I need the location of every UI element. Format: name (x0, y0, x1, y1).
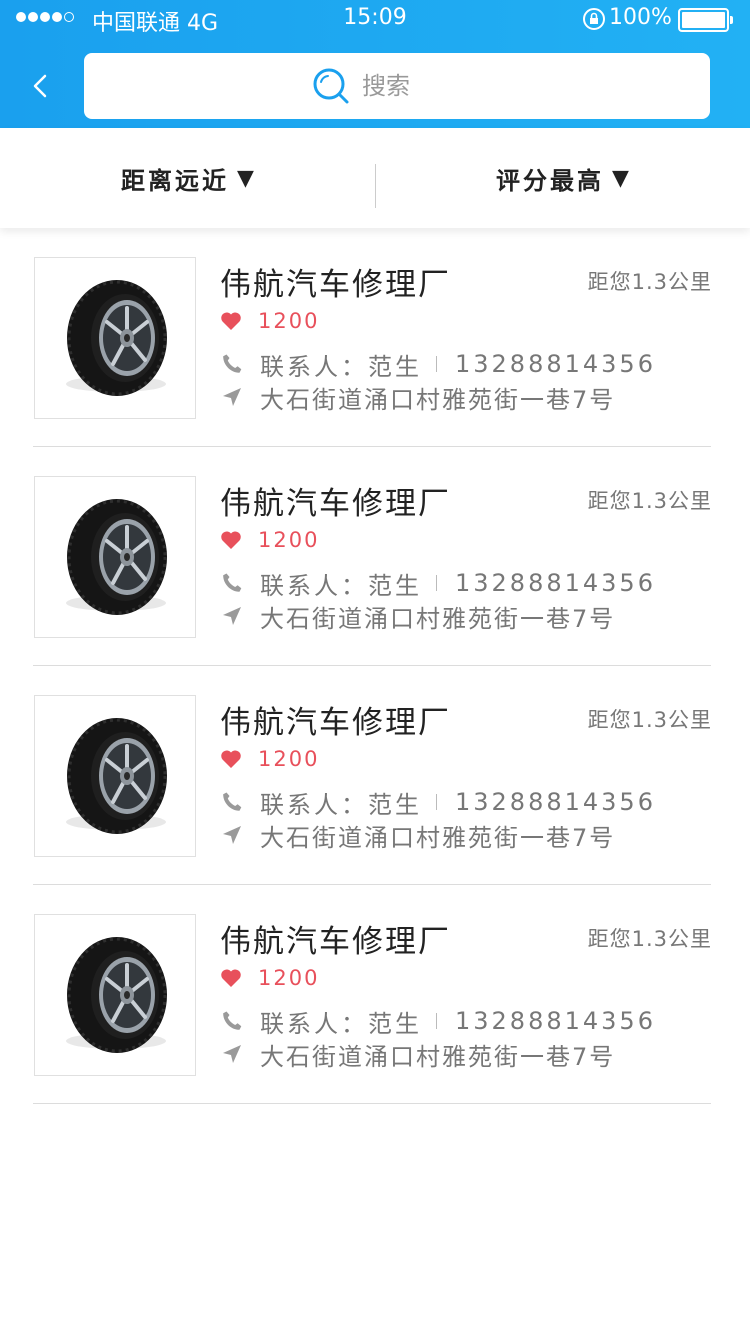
phone-number[interactable]: 13288814356 (455, 569, 656, 597)
tire-icon (66, 937, 167, 1053)
shop-address: 大石街道涌口村雅苑街一巷7号 (260, 1042, 616, 1071)
contact-row: 联系人： 范生 13288814356 (220, 349, 656, 381)
contact-row: 联系人： 范生 13288814356 (220, 1006, 656, 1038)
shop-rating: 1200 (220, 746, 319, 772)
location-arrow-icon[interactable] (220, 823, 244, 847)
phone-number[interactable]: 13288814356 (455, 350, 656, 378)
rating-value: 1200 (258, 309, 320, 333)
filter-distance[interactable]: 距离远近 ▼ (0, 128, 375, 228)
tire-image[interactable] (34, 914, 196, 1076)
shop-rating: 1200 (220, 308, 319, 334)
shop-address: 大石街道涌口村雅苑街一巷7号 (260, 823, 616, 852)
tire-image[interactable] (34, 257, 196, 419)
rotation-lock-icon (583, 8, 605, 30)
rating-value: 1200 (258, 747, 320, 771)
battery-icon (678, 8, 734, 32)
shop-distance: 距您1.3公里 (587, 489, 712, 513)
search-bar[interactable] (84, 53, 710, 119)
heart-icon (221, 312, 241, 330)
contact-separator (436, 794, 437, 810)
phone-icon[interactable] (220, 352, 244, 376)
tire-icon (66, 280, 167, 396)
heart-icon (221, 750, 241, 768)
shop-name: 伟航汽车修理厂 (220, 486, 451, 522)
tire-icon (66, 499, 167, 615)
rating-value: 1200 (258, 966, 320, 990)
contact-label: 联系人： (260, 790, 368, 819)
dropdown-arrow-icon: ▼ (612, 165, 629, 191)
dropdown-arrow-icon: ▼ (237, 165, 254, 191)
search-icon (313, 68, 349, 104)
rating-value: 1200 (258, 528, 320, 552)
back-button[interactable] (26, 70, 56, 102)
tire-image[interactable] (34, 476, 196, 638)
contact-label: 联系人： (260, 571, 368, 600)
shop-rating: 1200 (220, 965, 319, 991)
shop-name: 伟航汽车修理厂 (220, 267, 451, 303)
contact-label: 联系人： (260, 1009, 368, 1038)
card-divider (33, 1103, 711, 1104)
phone-icon[interactable] (220, 571, 244, 595)
address-row: 大石街道涌口村雅苑街一巷7号 (220, 601, 616, 633)
tire-icon (66, 718, 167, 834)
phone-number[interactable]: 13288814356 (455, 788, 656, 816)
contact-row: 联系人： 范生 13288814356 (220, 568, 656, 600)
contact-row: 联系人： 范生 13288814356 (220, 787, 656, 819)
phone-icon[interactable] (220, 790, 244, 814)
heart-icon (221, 969, 241, 987)
address-row: 大石街道涌口村雅苑街一巷7号 (220, 820, 616, 852)
shop-rating: 1200 (220, 527, 319, 553)
filter-divider (375, 164, 376, 208)
shop-card[interactable]: 伟航汽车修理厂 距您1.3公里 1200 联系人： 范生 13288814356… (0, 447, 750, 666)
address-row: 大石街道涌口村雅苑街一巷7号 (220, 382, 616, 414)
address-row: 大石街道涌口村雅苑街一巷7号 (220, 1039, 616, 1071)
battery-percent: 100% (609, 5, 672, 30)
filter-rating[interactable]: 评分最高 ▼ (375, 128, 750, 228)
contact-separator (436, 575, 437, 591)
shop-name: 伟航汽车修理厂 (220, 705, 451, 741)
location-arrow-icon[interactable] (220, 604, 244, 628)
contact-separator (436, 356, 437, 372)
contact-name: 范生 (368, 790, 422, 819)
location-arrow-icon[interactable] (220, 385, 244, 409)
phone-number[interactable]: 13288814356 (455, 1007, 656, 1035)
shop-distance: 距您1.3公里 (587, 708, 712, 732)
shop-card[interactable]: 伟航汽车修理厂 距您1.3公里 1200 联系人： 范生 13288814356… (0, 228, 750, 447)
contact-name: 范生 (368, 571, 422, 600)
contact-separator (436, 1013, 437, 1029)
shop-list: 伟航汽车修理厂 距您1.3公里 1200 联系人： 范生 13288814356… (0, 228, 750, 1104)
heart-icon (221, 531, 241, 549)
location-arrow-icon[interactable] (220, 1042, 244, 1066)
search-input[interactable] (362, 72, 482, 100)
contact-name: 范生 (368, 1009, 422, 1038)
shop-distance: 距您1.3公里 (587, 927, 712, 951)
shop-name: 伟航汽车修理厂 (220, 924, 451, 960)
contact-label: 联系人： (260, 352, 368, 381)
app-header: 中国联通 4G 15:09 100% (0, 0, 750, 128)
filter-bar: 距离远近 ▼ 评分最高 ▼ (0, 128, 750, 228)
status-bar: 中国联通 4G 15:09 100% (0, 0, 750, 40)
shop-address: 大石街道涌口村雅苑街一巷7号 (260, 604, 616, 633)
shop-card[interactable]: 伟航汽车修理厂 距您1.3公里 1200 联系人： 范生 13288814356… (0, 885, 750, 1104)
shop-address: 大石街道涌口村雅苑街一巷7号 (260, 385, 616, 414)
shop-card[interactable]: 伟航汽车修理厂 距您1.3公里 1200 联系人： 范生 13288814356… (0, 666, 750, 885)
filter-distance-label: 距离远近 (121, 166, 230, 195)
contact-name: 范生 (368, 352, 422, 381)
shop-distance: 距您1.3公里 (587, 270, 712, 294)
phone-icon[interactable] (220, 1009, 244, 1033)
tire-image[interactable] (34, 695, 196, 857)
filter-rating-label: 评分最高 (496, 166, 605, 195)
